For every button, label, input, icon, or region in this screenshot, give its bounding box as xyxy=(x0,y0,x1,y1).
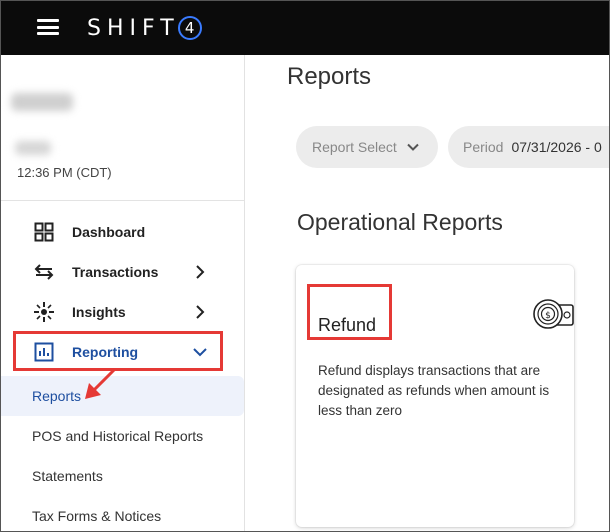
blurred-merchant-id xyxy=(15,141,51,155)
main-content: Reports Report Select Period 07/31/2026 … xyxy=(245,55,609,531)
report-card-title: Refund xyxy=(318,315,377,335)
sidebar-subitem-label: Reports xyxy=(32,388,82,404)
report-select-dropdown[interactable]: Report Select xyxy=(296,126,438,168)
top-bar: SHIFT 4 xyxy=(1,1,609,55)
report-card-description: Refund displays transactions that are de… xyxy=(318,363,550,418)
sidebar-item-transactions[interactable]: Transactions xyxy=(1,252,244,292)
svg-text:$: $ xyxy=(545,311,551,321)
menu-icon[interactable] xyxy=(37,19,59,35)
cash-coin-icon: $ xyxy=(533,299,574,329)
period-value: 07/31/2026 - 0 xyxy=(511,139,602,155)
bar-chart-icon xyxy=(33,341,55,363)
sidebar-item-label: Reporting xyxy=(72,344,139,360)
sparkle-icon xyxy=(33,301,55,323)
swap-arrows-icon xyxy=(33,261,55,283)
sidebar-subitem-pos-historical-reports[interactable]: POS and Historical Reports xyxy=(1,416,244,456)
profile-section: 12:36 PM (CDT) xyxy=(1,55,244,201)
annotation-arrow-icon xyxy=(85,367,117,399)
sidebar-item-label: Transactions xyxy=(72,264,159,280)
sidebar-item-insights[interactable]: Insights xyxy=(1,292,244,332)
blurred-merchant-name xyxy=(11,93,73,111)
report-select-label: Report Select xyxy=(312,139,397,155)
sidebar-subitem-label: Tax Forms & Notices xyxy=(32,508,162,524)
sidebar-item-dashboard[interactable]: Dashboard xyxy=(1,212,244,252)
period-label: Period xyxy=(463,139,504,155)
sidebar-subitem-tax-forms[interactable]: Tax Forms & Notices xyxy=(1,496,244,531)
brand-badge: 4 xyxy=(177,16,202,40)
sidebar-item-label: Insights xyxy=(72,304,126,320)
sidebar-item-label: Dashboard xyxy=(72,224,146,240)
brand-logo[interactable]: SHIFT 4 xyxy=(87,13,202,43)
chevron-right-icon xyxy=(196,305,205,319)
chevron-right-icon xyxy=(196,265,205,279)
sidebar-subitem-label: Statements xyxy=(32,468,103,484)
sidebar-subitem-label: POS and Historical Reports xyxy=(32,428,204,444)
report-card-refund[interactable]: Refund $ Refund displays transactions th… xyxy=(296,265,574,527)
chevron-down-icon xyxy=(407,143,419,151)
grid-icon xyxy=(33,221,55,243)
period-filter[interactable]: Period 07/31/2026 - 0 xyxy=(448,126,609,168)
chevron-down-icon xyxy=(193,348,207,357)
sidebar-subitem-statements[interactable]: Statements xyxy=(1,456,244,496)
app-window: SHIFT 4 12:36 PM (CDT) Dashboard Transac… xyxy=(0,0,610,532)
page-title: Reports xyxy=(287,63,372,90)
section-title: Operational Reports xyxy=(297,209,503,235)
sidebar: 12:36 PM (CDT) Dashboard Transactions In… xyxy=(1,55,245,531)
brand-text: SHIFT xyxy=(87,15,180,41)
local-time: 12:36 PM (CDT) xyxy=(17,165,112,180)
